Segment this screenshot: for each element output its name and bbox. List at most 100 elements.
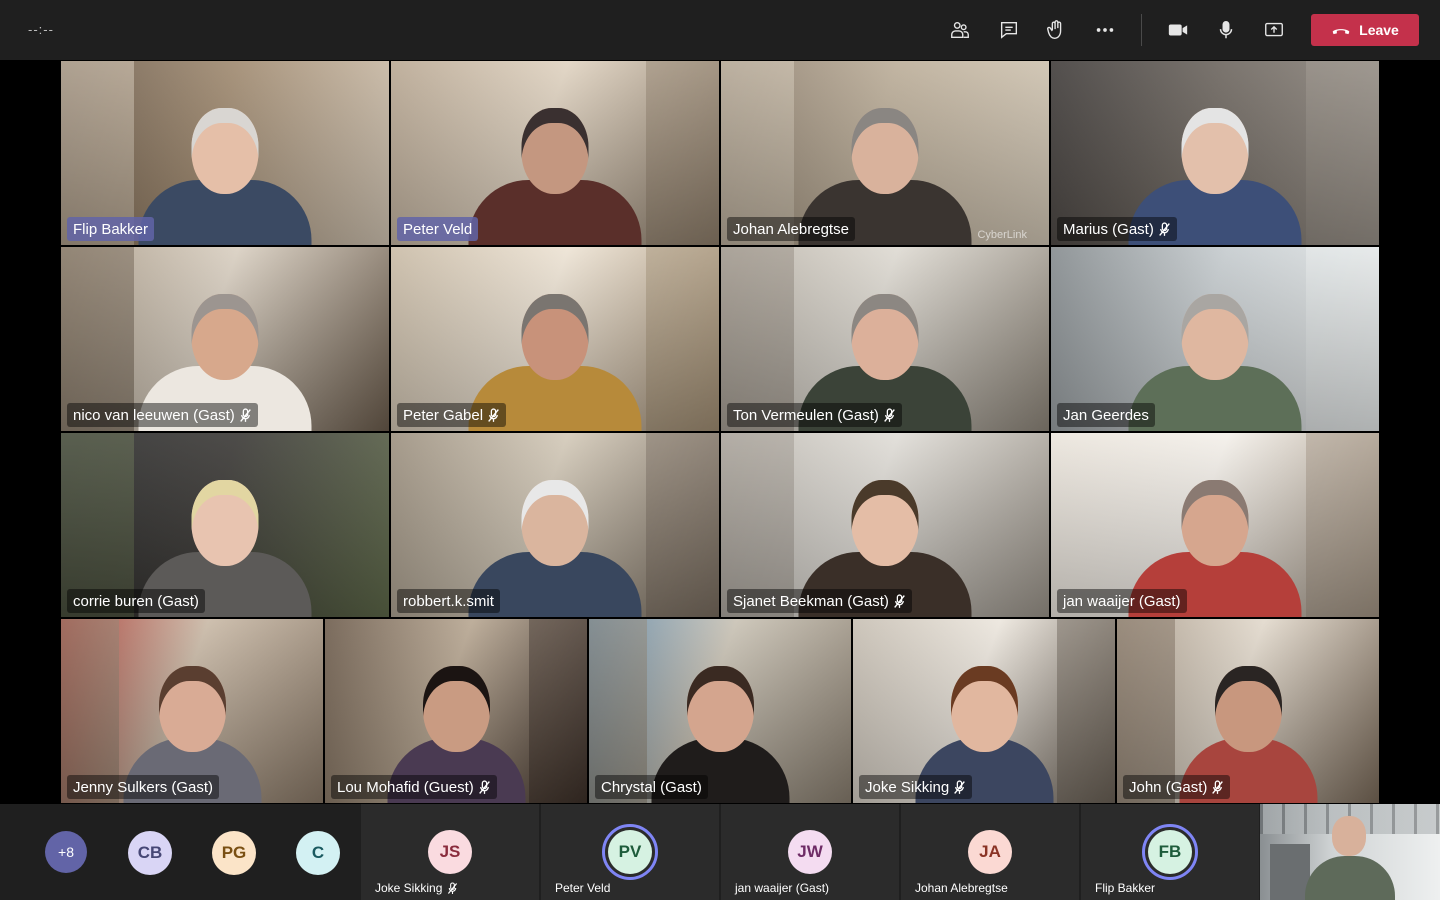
participant-video-tile[interactable]: Chrystal (Gast) bbox=[588, 618, 852, 804]
mic-muted-icon bbox=[239, 407, 251, 422]
participant-head bbox=[1214, 666, 1282, 752]
participant-head bbox=[1181, 108, 1249, 194]
roster-participant-card[interactable]: JS Joke Sikking bbox=[361, 804, 539, 900]
overflow-count: +8 bbox=[58, 844, 74, 860]
microphone-button[interactable] bbox=[1210, 15, 1242, 45]
roster-participant-card[interactable]: FB Flip Bakker bbox=[1081, 804, 1259, 900]
participant-avatar: FB bbox=[1148, 830, 1192, 874]
participant-name: corrie buren (Gast) bbox=[73, 592, 199, 610]
mic-muted-icon bbox=[1158, 221, 1170, 236]
participant-name-tag: Flip Bakker bbox=[67, 217, 155, 241]
mic-muted-icon bbox=[954, 779, 966, 794]
participant-video-tile[interactable]: Marius (Gast) bbox=[1050, 60, 1380, 246]
participant-video-tile[interactable]: Flip Bakker bbox=[60, 60, 390, 246]
participant-name: jan waaijer (Gast) bbox=[735, 881, 830, 895]
participant-name-tag: Marius (Gast) bbox=[1057, 217, 1177, 241]
participant-name-tag: Sjanet Beekman (Gast) bbox=[727, 589, 912, 613]
share-screen-button[interactable] bbox=[1258, 15, 1290, 45]
chat-button[interactable] bbox=[993, 15, 1025, 45]
avatar-initials: CB bbox=[137, 843, 163, 862]
participant-head bbox=[851, 294, 919, 380]
participant-name: John (Gast) bbox=[1129, 778, 1208, 796]
participant-name: Jan Geerdes bbox=[1063, 406, 1149, 424]
mic-muted-icon bbox=[1212, 779, 1224, 794]
participant-name: Joke Sikking bbox=[865, 778, 950, 796]
more-actions-button[interactable] bbox=[1089, 15, 1121, 45]
participant-video-tile[interactable]: Jan Geerdes bbox=[1050, 246, 1380, 432]
participant-name: Peter Veld bbox=[555, 881, 611, 895]
camera-button[interactable] bbox=[1162, 15, 1194, 45]
participant-video-tile[interactable]: corrie buren (Gast) bbox=[60, 432, 390, 618]
participant-video-tile[interactable]: Jenny Sulkers (Gast) bbox=[60, 618, 324, 804]
participant-avatar[interactable]: PG bbox=[212, 831, 256, 875]
participant-name-tag: Jenny Sulkers (Gast) bbox=[67, 775, 220, 799]
meeting-toolbar: --:-- Leave bbox=[0, 0, 1440, 60]
participant-video-tile[interactable]: robbert.k.smit bbox=[390, 432, 720, 618]
roster-participant-card[interactable]: JW jan waaijer (Gast) bbox=[721, 804, 899, 900]
participant-head bbox=[191, 108, 259, 194]
mic-muted-icon bbox=[894, 593, 905, 608]
participant-name: Jenny Sulkers (Gast) bbox=[73, 778, 214, 796]
camera-icon bbox=[1168, 24, 1188, 36]
call-timer: --:-- bbox=[28, 22, 54, 37]
mic-muted-icon bbox=[884, 407, 895, 422]
overflow-participants-button[interactable]: +8 bbox=[45, 831, 87, 873]
participant-video-tile[interactable]: Lou Mohafid (Guest) bbox=[324, 618, 588, 804]
mic-muted-icon bbox=[488, 407, 499, 422]
participant-name-tag: Peter Veld bbox=[397, 217, 479, 241]
participant-name: Peter Veld bbox=[403, 220, 473, 238]
participant-video-tile[interactable]: John (Gast) bbox=[1116, 618, 1380, 804]
participant-avatar: JA bbox=[968, 830, 1012, 874]
leave-label: Leave bbox=[1359, 22, 1399, 38]
participant-name-tag: nico van leeuwen (Gast) bbox=[67, 403, 258, 427]
participant-name: jan waaijer (Gast) bbox=[1063, 592, 1181, 610]
participant-name: Flip Bakker bbox=[1095, 881, 1156, 895]
participant-strip: +8 CB PG C JS Joke Sikking PV Peter Veld JW jan… bbox=[0, 804, 1440, 900]
leave-button[interactable]: Leave bbox=[1311, 14, 1419, 46]
roster-participant-card[interactable]: PV Peter Veld bbox=[541, 804, 719, 900]
participant-name-tag: Joke Sikking bbox=[859, 775, 973, 799]
participant-name: Chrystal (Gast) bbox=[601, 778, 702, 796]
participant-head bbox=[521, 294, 589, 380]
avatar-initials: PV bbox=[618, 842, 642, 861]
share-screen-icon bbox=[1265, 22, 1283, 37]
participant-head bbox=[1181, 480, 1249, 566]
participant-avatar: JS bbox=[428, 830, 472, 874]
participant-video-tile[interactable]: Peter Veld bbox=[390, 60, 720, 246]
participant-head bbox=[191, 294, 259, 380]
roster-name-label: Johan Alebregtse bbox=[915, 881, 1008, 895]
self-video-preview[interactable] bbox=[1260, 804, 1440, 900]
participant-avatar[interactable]: CB bbox=[128, 831, 172, 875]
participant-head bbox=[158, 666, 226, 752]
raise-hand-button[interactable] bbox=[1040, 15, 1072, 45]
roster-name-label: Flip Bakker bbox=[1095, 881, 1155, 895]
participant-head bbox=[851, 108, 919, 194]
participant-video-tile[interactable]: Ton Vermeulen (Gast) bbox=[720, 246, 1050, 432]
participant-name: Johan Alebregtse bbox=[733, 220, 849, 238]
participant-name-tag: Chrystal (Gast) bbox=[595, 775, 708, 799]
participant-head bbox=[191, 480, 259, 566]
more-icon bbox=[1096, 28, 1114, 32]
avatar-initials: JA bbox=[979, 842, 1001, 861]
participant-name: Sjanet Beekman (Gast) bbox=[733, 592, 889, 610]
participant-video-tile[interactable]: Sjanet Beekman (Gast) bbox=[720, 432, 1050, 618]
participant-head bbox=[686, 666, 754, 752]
participant-video-tile[interactable]: CyberLink Johan Alebregtse bbox=[720, 60, 1050, 246]
participant-name: robbert.k.smit bbox=[403, 592, 494, 610]
participant-name-tag: jan waaijer (Gast) bbox=[1057, 589, 1187, 613]
roster-name-label: jan waaijer (Gast) bbox=[735, 881, 829, 895]
avatar-initials: JS bbox=[439, 842, 461, 861]
participant-name: Marius (Gast) bbox=[1063, 220, 1154, 238]
participant-video-tile[interactable]: Peter Gabel bbox=[390, 246, 720, 432]
participant-head bbox=[950, 666, 1018, 752]
participant-head bbox=[521, 480, 589, 566]
participant-name-tag: John (Gast) bbox=[1123, 775, 1231, 799]
participant-avatar[interactable]: C bbox=[296, 831, 340, 875]
participant-video-tile[interactable]: Joke Sikking bbox=[852, 618, 1116, 804]
participants-button[interactable] bbox=[944, 15, 976, 45]
participant-name: Ton Vermeulen (Gast) bbox=[733, 406, 879, 424]
roster-participant-card[interactable]: JA Johan Alebregtse bbox=[901, 804, 1079, 900]
participant-video-tile[interactable]: jan waaijer (Gast) bbox=[1050, 432, 1380, 618]
participant-head bbox=[1181, 294, 1249, 380]
participant-video-tile[interactable]: nico van leeuwen (Gast) bbox=[60, 246, 390, 432]
